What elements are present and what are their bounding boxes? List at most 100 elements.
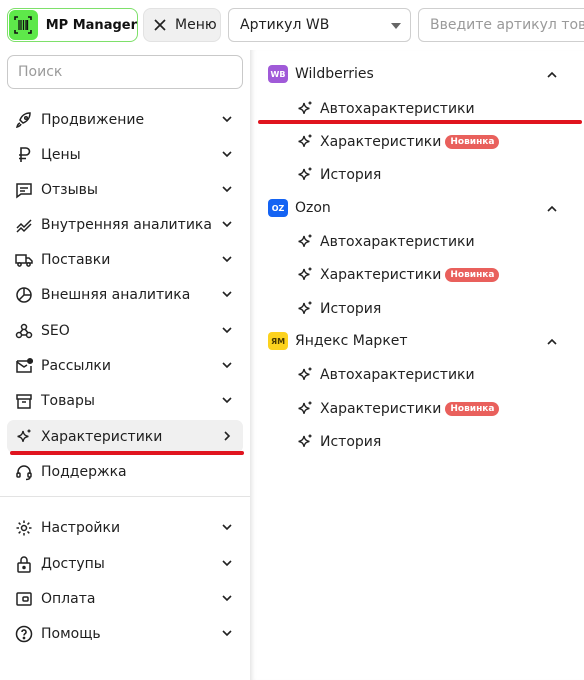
sidebar-item-products[interactable]: Товары	[7, 384, 243, 417]
new-badge: Новинка	[445, 402, 500, 416]
submenu-item-autocharacteristics[interactable]: Автохарактеристики	[296, 362, 576, 388]
chevron-down-icon	[222, 362, 232, 369]
chevron-down-icon	[222, 186, 232, 193]
chevron-up-icon	[547, 205, 557, 212]
sidebar-item-mailings[interactable]: Рассылки	[7, 349, 243, 382]
new-badge: Новинка	[445, 135, 500, 149]
sparkle-icon	[298, 101, 312, 114]
sidebar-item-label: Рассылки	[41, 357, 111, 374]
ruble-icon	[14, 145, 34, 165]
marketplace-header-wildberries[interactable]: WB Wildberries	[268, 61, 568, 87]
submenu-item-label: Автохарактеристики	[320, 101, 475, 117]
submenu-item-characteristics[interactable]: Характеристики Новинка	[296, 262, 576, 288]
sparkle-icon	[298, 267, 312, 280]
sidebar-item-label: SEO	[41, 322, 70, 339]
sidebar-divider	[0, 496, 250, 497]
characteristics-submenu: WB Wildberries Автохарактеристики Характ…	[250, 50, 584, 680]
help-icon	[14, 624, 34, 644]
sidebar-item-label: Внешняя аналитика	[41, 286, 191, 303]
select-value: Артикул WB	[240, 17, 330, 33]
submenu-item-label: Характеристики	[320, 134, 442, 150]
headset-icon	[14, 462, 34, 482]
marketplace-header-ozon[interactable]: OZ Ozon	[268, 195, 568, 221]
sidebar-item-label: Цены	[41, 146, 81, 163]
marketplace-name: Wildberries	[295, 66, 374, 82]
sidebar-item-label: Отзывы	[41, 181, 98, 198]
sidebar-item-label: Поставки	[41, 251, 111, 268]
chevron-down-icon	[222, 560, 232, 567]
sidebar-item-label: Внутренняя аналитика	[41, 216, 212, 233]
marketplace-header-yandex-market[interactable]: ЯМ Яндекс Маркет	[268, 328, 568, 354]
sparkle-icon	[298, 434, 312, 447]
sidebar-item-internal-analytics[interactable]: Внутренняя аналитика	[7, 208, 243, 241]
sidebar-item-label: Доступы	[41, 555, 105, 572]
sidebar-item-supplies[interactable]: Поставки	[7, 243, 243, 276]
sidebar-item-characteristics[interactable]: Характеристики	[7, 420, 243, 453]
sidebar: Продвижение Цены Отзывы Внутренняя анали…	[0, 50, 250, 680]
article-type-select[interactable]: Артикул WB	[228, 8, 411, 42]
chevron-down-icon	[222, 151, 232, 158]
sidebar-item-label: Помощь	[41, 625, 101, 642]
sidebar-search-input[interactable]	[7, 55, 243, 89]
submenu-item-label: История	[320, 301, 382, 317]
sparkle-icon	[298, 134, 312, 147]
seo-icon	[14, 321, 34, 341]
message-icon	[14, 180, 34, 200]
submenu-item-characteristics[interactable]: Характеристики Новинка	[296, 129, 576, 155]
submenu-item-autocharacteristics[interactable]: Автохарактеристики	[296, 229, 576, 255]
sidebar-item-label: Товары	[41, 392, 95, 409]
mail-icon	[14, 356, 34, 376]
highlight-underline	[258, 120, 582, 124]
sidebar-item-prices[interactable]: Цены	[7, 138, 243, 171]
sidebar-item-seo[interactable]: SEO	[7, 314, 243, 347]
new-badge: Новинка	[445, 268, 500, 282]
submenu-item-history[interactable]: История	[296, 429, 576, 455]
chevron-down-icon	[222, 397, 232, 404]
submenu-item-label: История	[320, 434, 382, 450]
sparkle-icon	[298, 401, 312, 414]
submenu-item-autocharacteristics[interactable]: Автохарактеристики	[296, 96, 576, 122]
trend-icon	[14, 215, 34, 235]
truck-icon	[14, 250, 34, 270]
sidebar-item-settings[interactable]: Настройки	[7, 511, 243, 544]
chevron-down-icon	[222, 630, 232, 637]
gear-icon	[14, 518, 34, 538]
menu-label: Меню	[175, 17, 217, 33]
app-logo[interactable]: MP Manager	[7, 8, 138, 42]
chevron-right-icon	[224, 431, 231, 441]
sparkle-icon	[14, 427, 34, 447]
article-input[interactable]	[418, 8, 584, 42]
menu-button[interactable]: Меню	[143, 8, 221, 42]
sidebar-item-help[interactable]: Помощь	[7, 617, 243, 650]
sidebar-item-reviews[interactable]: Отзывы	[7, 173, 243, 206]
submenu-item-history[interactable]: История	[296, 296, 576, 322]
submenu-item-label: Автохарактеристики	[320, 234, 475, 250]
chevron-down-icon	[222, 256, 232, 263]
chart-pie-icon	[14, 285, 34, 305]
wb-badge: WB	[268, 65, 288, 83]
sparkle-icon	[298, 367, 312, 380]
submenu-item-history[interactable]: История	[296, 162, 576, 188]
chevron-down-icon	[222, 595, 232, 602]
sidebar-item-label: Настройки	[41, 519, 121, 536]
box-icon	[14, 391, 34, 411]
chevron-down-icon	[222, 116, 232, 123]
sidebar-item-external-analytics[interactable]: Внешняя аналитика	[7, 278, 243, 311]
close-icon	[154, 19, 166, 31]
chevron-up-icon	[547, 338, 557, 345]
sidebar-item-label: Оплата	[41, 590, 96, 607]
wallet-icon	[14, 589, 34, 609]
sidebar-item-payment[interactable]: Оплата	[7, 582, 243, 615]
caret-down-icon	[391, 23, 401, 29]
sidebar-item-promotion[interactable]: Продвижение	[7, 103, 243, 136]
submenu-item-label: История	[320, 167, 382, 183]
ym-badge: ЯМ	[268, 332, 288, 350]
submenu-item-characteristics[interactable]: Характеристики Новинка	[296, 396, 576, 422]
lock-icon	[14, 554, 34, 574]
sidebar-item-label: Характеристики	[41, 428, 163, 445]
sidebar-item-support[interactable]: Поддержка	[7, 455, 243, 488]
barcode-icon	[9, 10, 38, 40]
oz-badge: OZ	[268, 199, 288, 217]
sidebar-item-access[interactable]: Доступы	[7, 547, 243, 580]
submenu-item-label: Характеристики	[320, 401, 442, 417]
